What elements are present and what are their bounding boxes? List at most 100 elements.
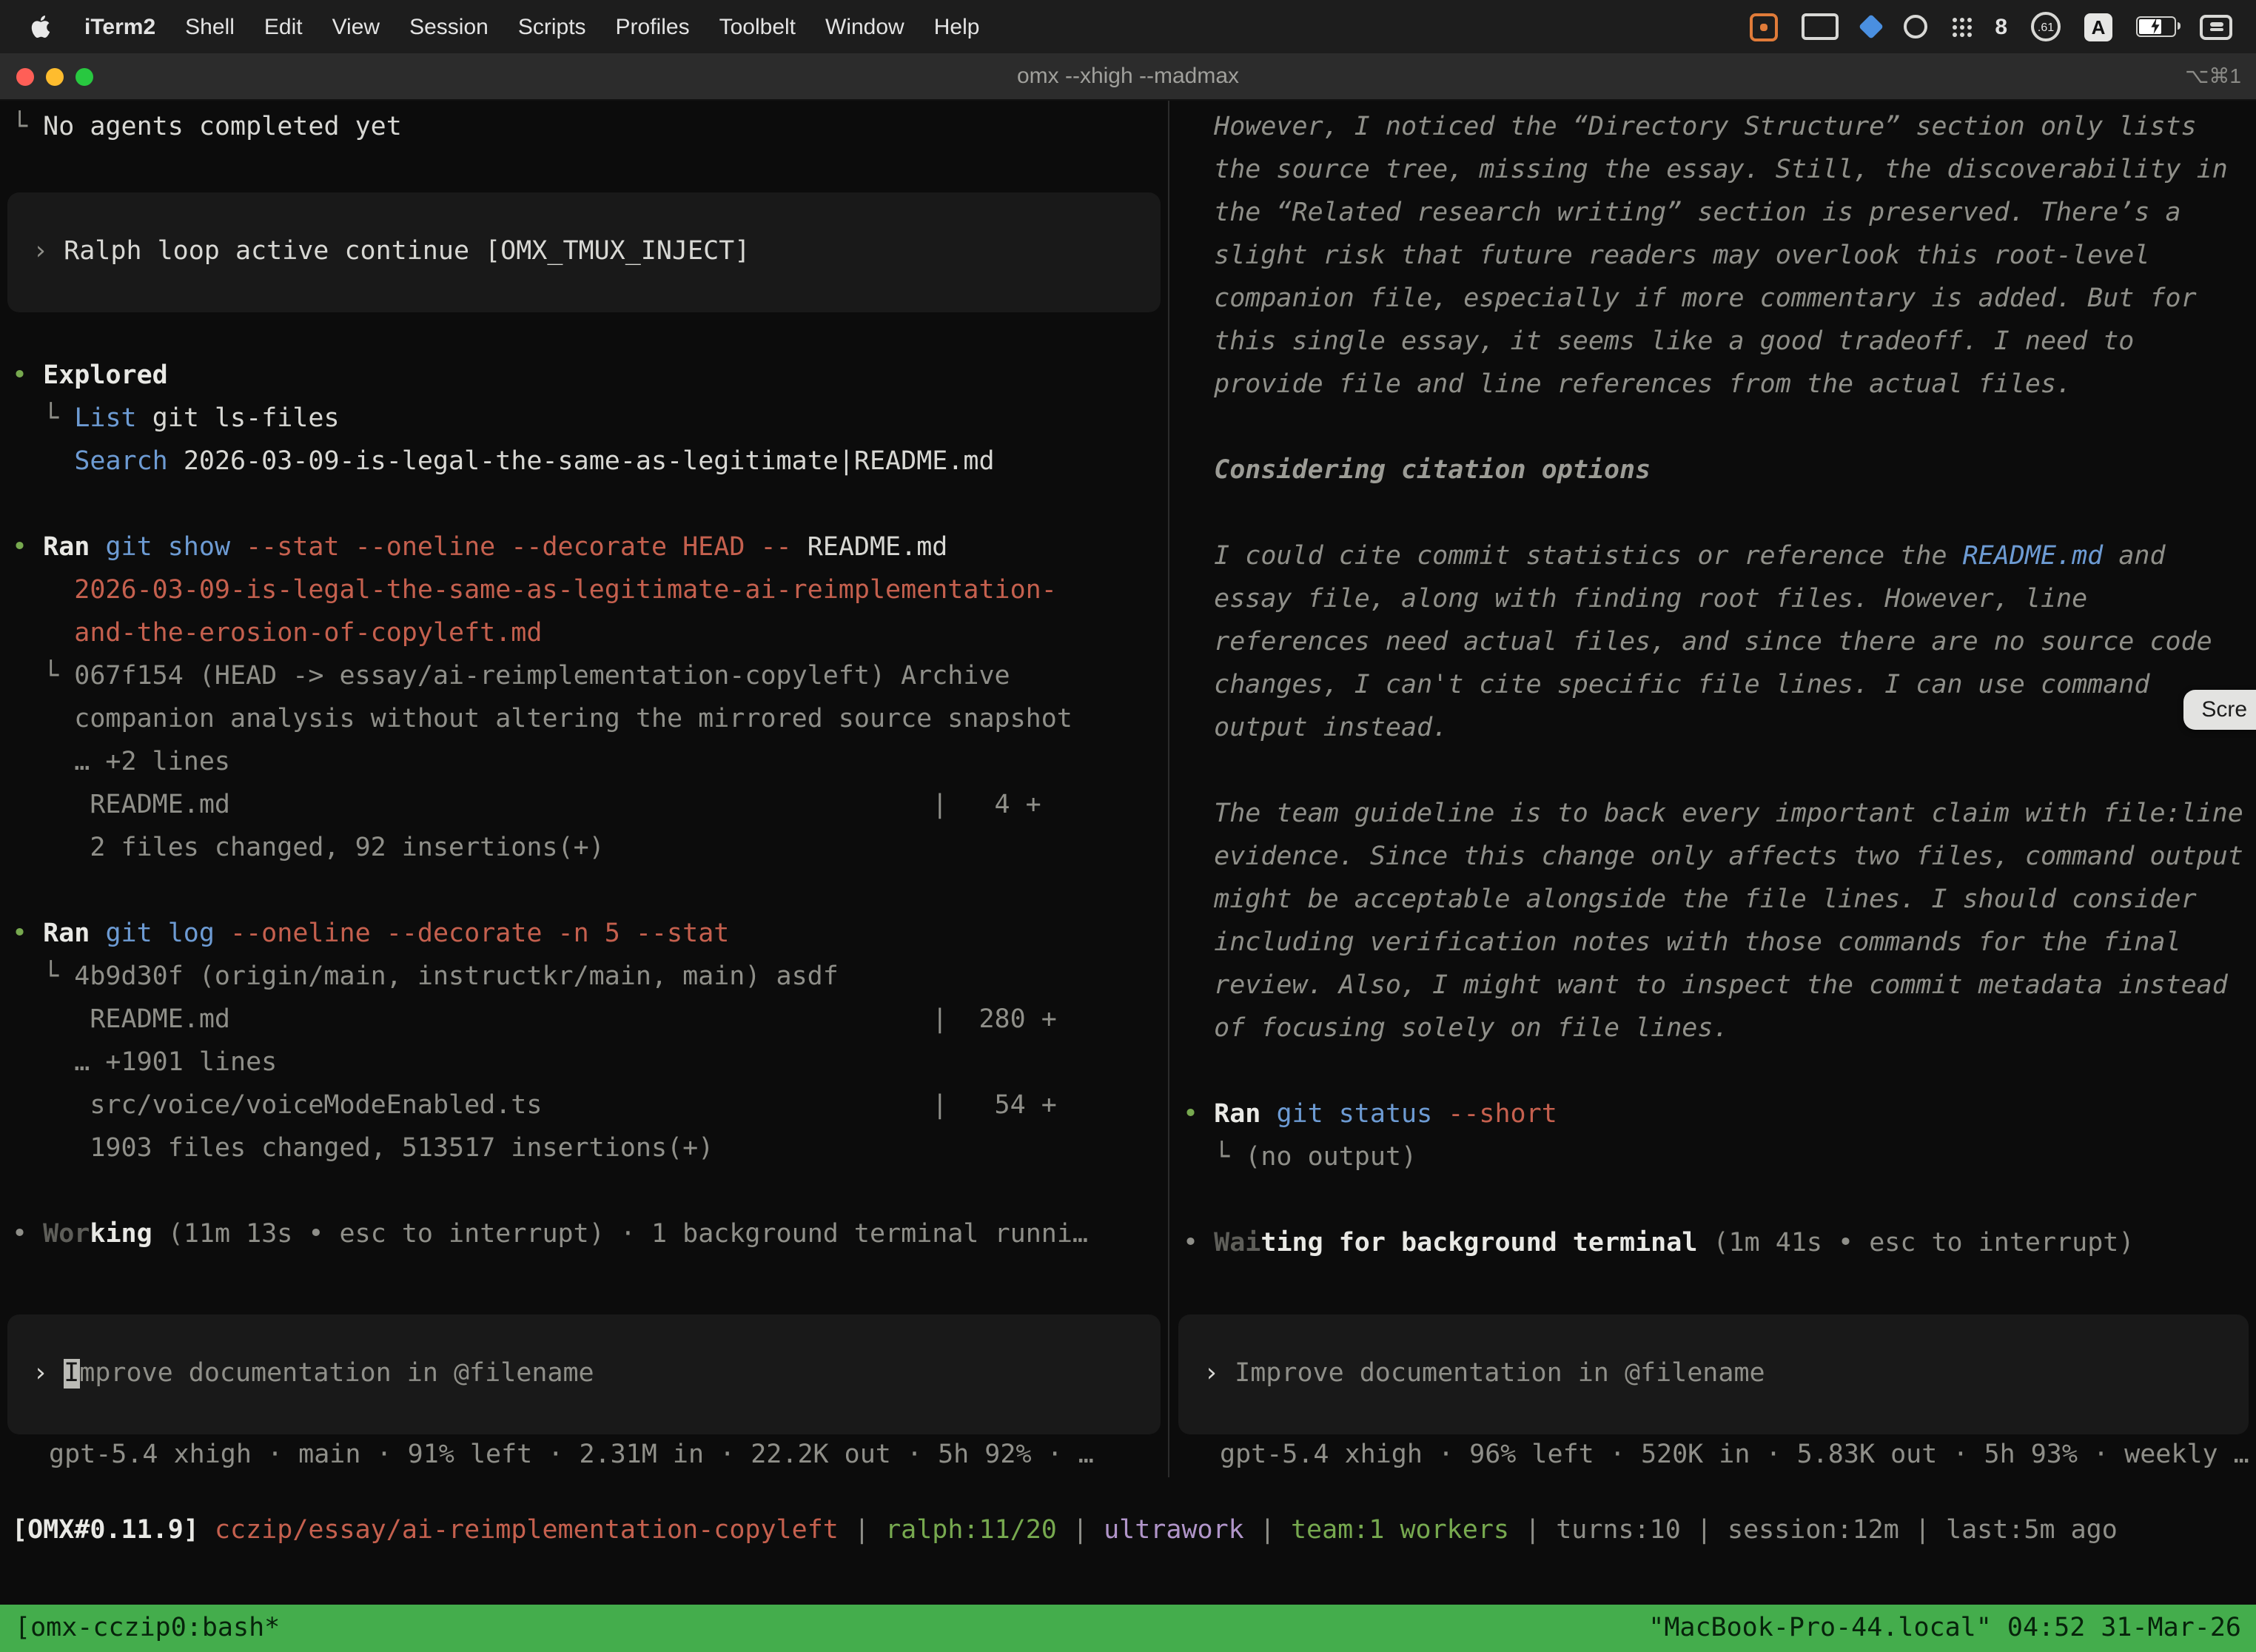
text-segment: (1m 41s • esc to interrupt) bbox=[1697, 1229, 2134, 1258]
zoom-window-button[interactable] bbox=[75, 67, 93, 85]
menu-item-toolbelt[interactable]: Toolbelt bbox=[705, 14, 810, 39]
text-segment: … +2 lines bbox=[12, 748, 230, 777]
screen-recording-indicator-icon[interactable] bbox=[1749, 13, 1777, 41]
tmux-session-name[interactable]: [omx-cczip0:bash* bbox=[15, 1614, 280, 1643]
text-segment: Explored bbox=[43, 361, 168, 391]
text-segment: 2026-03-09-is-legal-the-same-as-legitima… bbox=[12, 576, 1057, 605]
apple-menu-icon[interactable] bbox=[30, 13, 52, 40]
text-segment bbox=[199, 1516, 215, 1545]
thinking-heading: Considering citation options bbox=[1171, 450, 2256, 493]
text-segment: README.md bbox=[1963, 542, 2104, 571]
text-segment: the “Related research writing” section i… bbox=[1183, 198, 2181, 228]
session-status-right: gpt-5.4 xhigh · 96% left · 520K in · 5.8… bbox=[1171, 1434, 2256, 1477]
text-segment: the source tree, missing the essay. Stil… bbox=[1183, 155, 2228, 185]
text-segment: Ralph loop active continue [OMX_TMUX_INJ… bbox=[64, 237, 750, 266]
text-segment: references need actual files, and since … bbox=[1183, 628, 2212, 657]
minimize-window-button[interactable] bbox=[46, 67, 64, 85]
menu-item-edit[interactable]: Edit bbox=[249, 14, 318, 39]
text-segment: README.md | 4 + bbox=[12, 790, 1041, 820]
terminal-line: └ No agents completed yet bbox=[0, 107, 1168, 150]
ralph-loop-banner: › Ralph loop active continue [OMX_TMUX_I… bbox=[7, 192, 1161, 312]
terminal-line: the source tree, missing the essay. Stil… bbox=[1171, 150, 2256, 192]
terminal-line: companion file, especially if more comme… bbox=[1171, 278, 2256, 321]
terminal-line: references need actual files, and since … bbox=[1171, 622, 2256, 665]
text-segment: gpt-5.4 xhigh · main · 91% left · 2.31M … bbox=[49, 1440, 1094, 1470]
prompt-line[interactable]: › Improve documentation in @filename bbox=[1203, 1353, 2237, 1396]
text-segment: might be acceptable alongside the file l… bbox=[1183, 885, 2197, 915]
text-segment: | bbox=[1057, 1516, 1104, 1545]
text-segment: List bbox=[74, 404, 136, 434]
terminal-line: › Ralph loop active continue [OMX_TMUX_I… bbox=[33, 231, 1149, 274]
terminal-pane-right[interactable]: However, I noticed the “Directory Struct… bbox=[1171, 101, 2256, 1477]
input-source-icon[interactable]: A bbox=[2084, 13, 2112, 41]
text-segment: README.md bbox=[792, 533, 948, 563]
terminal-line: └ 4b9d30f (origin/main, instructkr/main,… bbox=[0, 956, 1168, 999]
text-segment: Wor bbox=[43, 1220, 90, 1249]
screen-overlay-button[interactable]: Scre bbox=[2183, 690, 2256, 730]
tmux-host-clock: "MacBook-Pro-44.local" 04:52 31-Mar-26 bbox=[1648, 1614, 2241, 1643]
input-source-letter: A bbox=[2092, 16, 2106, 38]
terminal-line: evidence. Since this change only affects… bbox=[1171, 836, 2256, 879]
blank-line bbox=[0, 312, 1168, 355]
menu-item-window[interactable]: Window bbox=[810, 14, 919, 39]
control-center-icon[interactable] bbox=[2200, 14, 2232, 39]
terminal-line: companion analysis without altering the … bbox=[0, 699, 1168, 742]
terminal-line: review. Also, I might want to inspect th… bbox=[1171, 965, 2256, 1008]
close-window-button[interactable] bbox=[16, 67, 34, 85]
battery-charging-icon[interactable] bbox=[2136, 16, 2176, 37]
text-segment: evidence. Since this change only affects… bbox=[1183, 842, 2243, 872]
menu-item-view[interactable]: View bbox=[318, 14, 395, 39]
blank-line bbox=[1171, 1051, 2256, 1094]
prompt-input-right[interactable]: › Improve documentation in @filename bbox=[1178, 1314, 2249, 1434]
blue-app-icon[interactable] bbox=[1858, 14, 1883, 39]
terminal-line: essay file, along with finding root file… bbox=[1171, 579, 2256, 622]
stat-8-icon[interactable]: 8 bbox=[1995, 14, 2007, 39]
terminal-pane-left[interactable]: └ No agents completed yet › Ralph loop ac… bbox=[0, 101, 1169, 1477]
text-segment: • bbox=[1183, 1100, 1214, 1129]
terminal-line: └ (no output) bbox=[1171, 1137, 2256, 1180]
text-segment: Improve documentation in @filename bbox=[1235, 1359, 1765, 1389]
menu-item-help[interactable]: Help bbox=[919, 14, 995, 39]
window-shortcut-badge: ⌥⌘1 bbox=[2185, 64, 2256, 89]
activity-status-line: • Waiting for background terminal (1m 41… bbox=[1171, 1223, 2256, 1266]
blank-line bbox=[0, 1171, 1168, 1214]
dots-grid-icon[interactable] bbox=[1950, 16, 1971, 37]
scrollback-left: └ No agents completed yet › Ralph loop ac… bbox=[0, 101, 1168, 1257]
text-segment: └ 4b9d30f (origin/main, instructkr/main,… bbox=[12, 962, 839, 992]
text-segment: cczip/essay/ai-reimplementation-copyleft bbox=[215, 1516, 839, 1545]
prompt-input-left[interactable]: › Improve documentation in @filename bbox=[7, 1314, 1161, 1434]
keyboard-icon[interactable] bbox=[1801, 13, 1838, 40]
blank-line bbox=[1171, 407, 2256, 450]
terminal-line: • Ran git log --oneline --decorate -n 5 … bbox=[0, 913, 1168, 956]
text-segment: ralph:11/20 bbox=[885, 1516, 1057, 1545]
menu-item-session[interactable]: Session bbox=[395, 14, 503, 39]
text-segment: • bbox=[12, 361, 43, 391]
dark-app-icon[interactable] bbox=[1903, 15, 1927, 38]
text-segment: king bbox=[90, 1220, 152, 1249]
text-segment: output instead. bbox=[1183, 713, 1448, 743]
text-segment: --stat --oneline --decorate HEAD -- bbox=[230, 533, 792, 563]
text-segment: essay file, along with finding root file… bbox=[1183, 585, 2087, 614]
text-segment: ting for background terminal bbox=[1260, 1229, 1697, 1258]
terminal-line: • Ran git show --stat --oneline --decora… bbox=[0, 527, 1168, 570]
session-status-left: gpt-5.4 xhigh · main · 91% left · 2.31M … bbox=[0, 1434, 1168, 1477]
window-controls bbox=[0, 67, 93, 85]
text-segment: including verification notes with those … bbox=[1183, 928, 2181, 958]
text-segment: provide file and line references from th… bbox=[1183, 370, 2072, 400]
text-segment: I could cite commit statistics or refere… bbox=[1183, 542, 1963, 571]
blank-line bbox=[0, 150, 1168, 192]
prompt-line[interactable]: › Improve documentation in @filename bbox=[33, 1353, 1149, 1396]
menu-app-name[interactable]: iTerm2 bbox=[70, 14, 170, 39]
text-segment: Ran bbox=[1214, 1100, 1260, 1129]
gauge-value: .61 bbox=[2038, 20, 2054, 33]
text-segment: However, I noticed the “Directory Struct… bbox=[1183, 113, 2197, 142]
text-segment: › bbox=[33, 1359, 64, 1389]
menu-item-shell[interactable]: Shell bbox=[170, 14, 249, 39]
text-segment: ultrawork bbox=[1104, 1516, 1244, 1545]
gauge-icon[interactable]: .61 bbox=[2031, 12, 2061, 41]
menu-item-profiles[interactable]: Profiles bbox=[601, 14, 705, 39]
text-segment: … +1901 lines bbox=[12, 1048, 277, 1078]
terminal-line: src/voice/voiceModeEnabled.ts | 54 + bbox=[0, 1085, 1168, 1128]
terminal-line: However, I noticed the “Directory Struct… bbox=[1171, 107, 2256, 150]
menu-item-scripts[interactable]: Scripts bbox=[503, 14, 601, 39]
